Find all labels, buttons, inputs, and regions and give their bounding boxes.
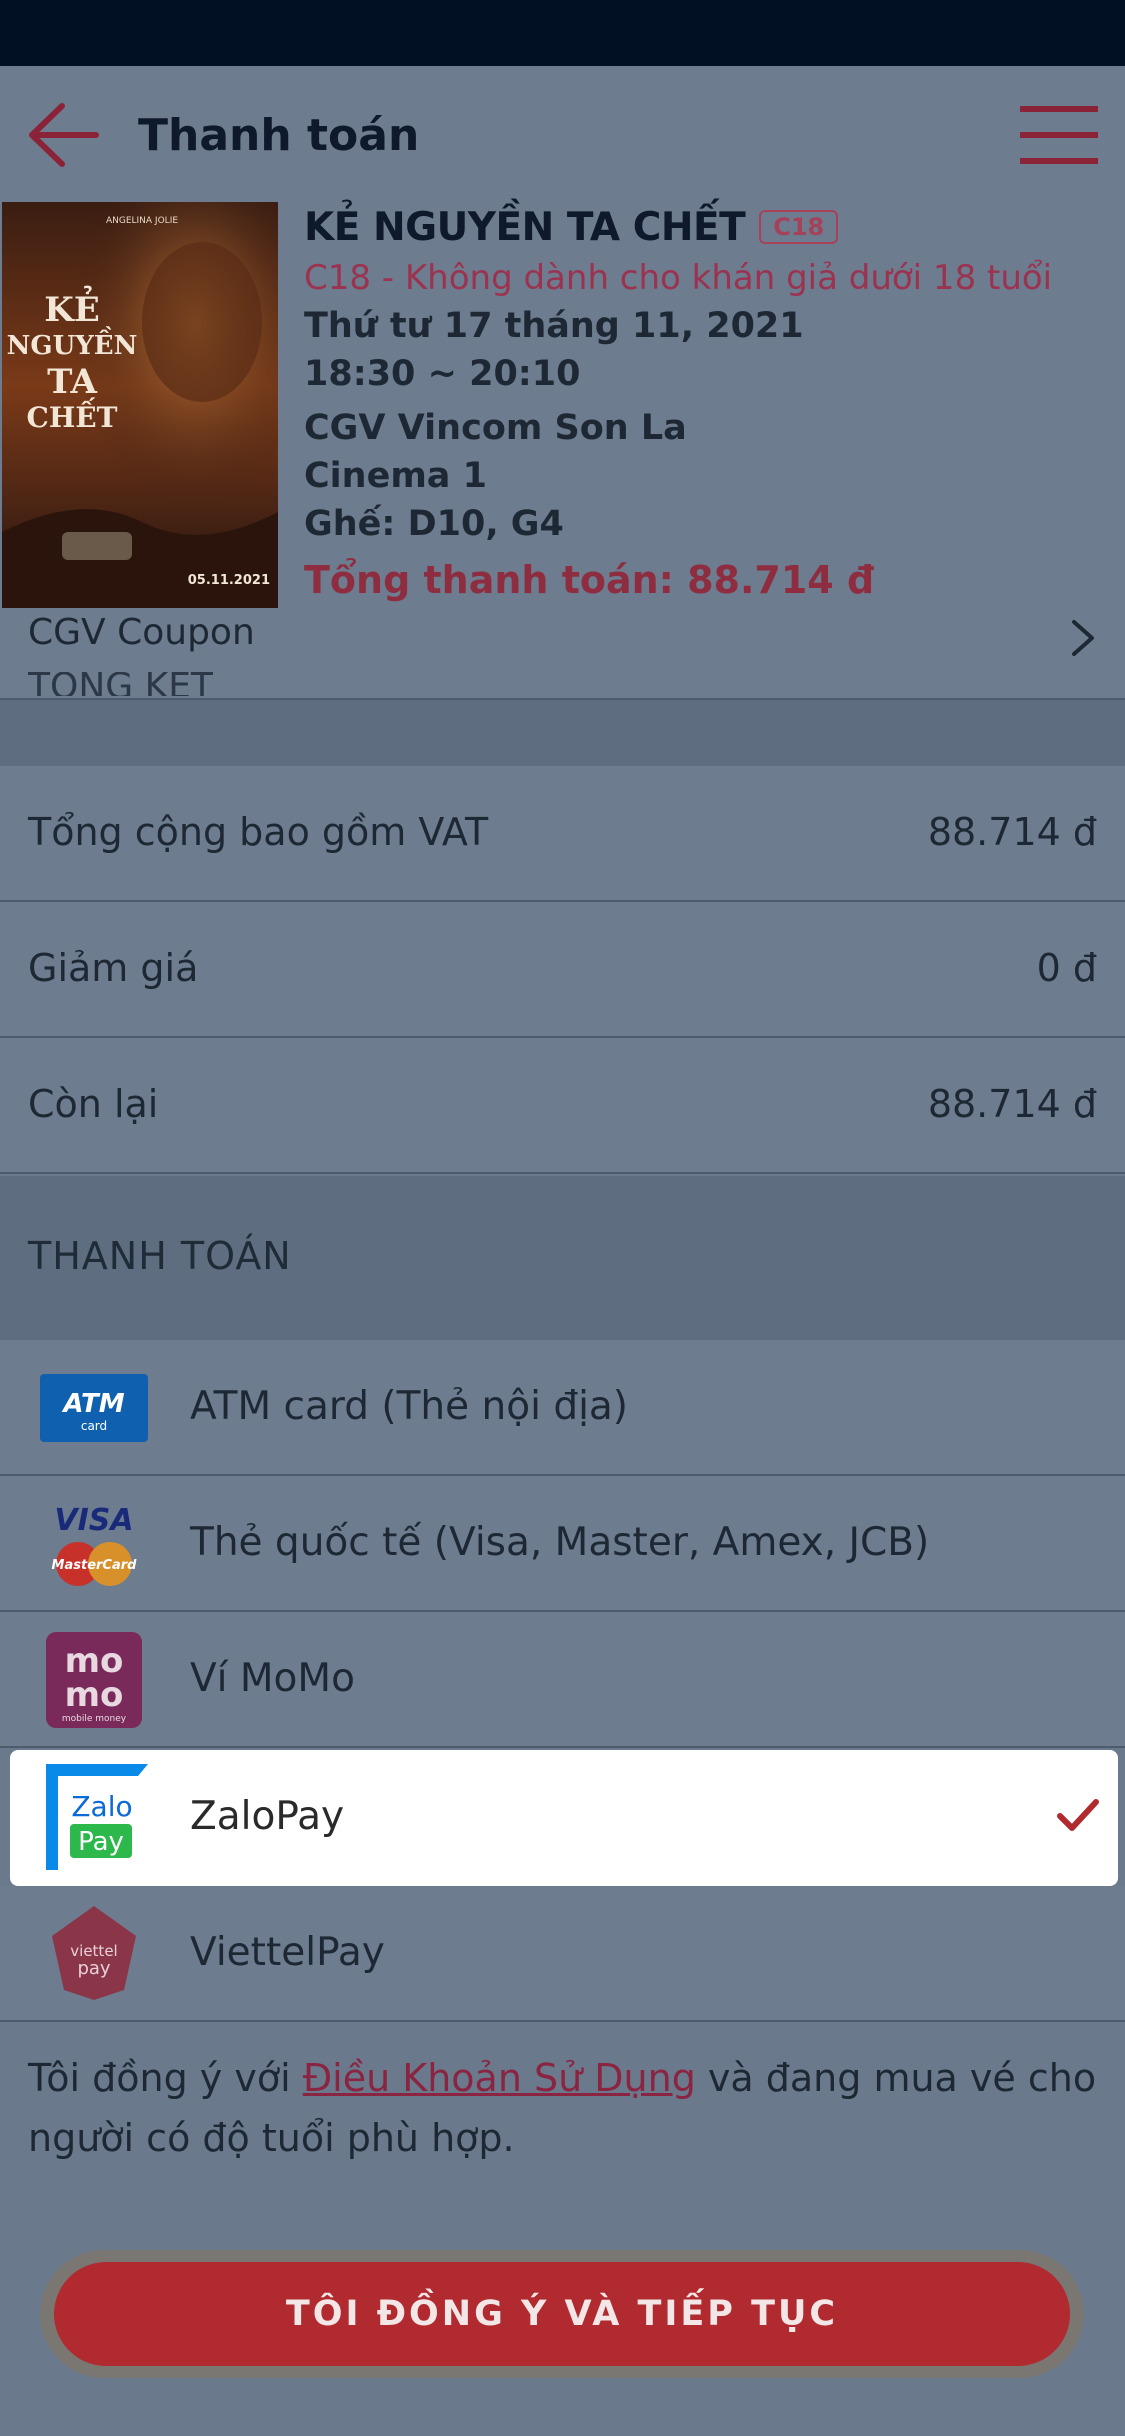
mastercard-logo-text: MasterCard [52, 1558, 138, 1573]
payment-method-label: ATM card (Thẻ nội địa) [190, 1384, 629, 1429]
payment-total: Tổng thanh toán: 88.714 đ [304, 558, 875, 602]
seat-list: Ghế: D10, G4 [304, 504, 564, 544]
payment-method-label: Thẻ quốc tế (Visa, Master, Amex, JCB) [190, 1520, 930, 1565]
section-divider [0, 700, 1125, 766]
poster-title-line: TA [47, 362, 97, 402]
momo-logo-subtext: mobile money [62, 1714, 127, 1724]
payment-method-label: ZaloPay [190, 1794, 345, 1839]
payment-method-international-card[interactable]: VISA MasterCard Thẻ quốc tế (Visa, Maste… [0, 1476, 1125, 1612]
age-rating-note: C18 - Không dành cho khán giả dưới 18 tu… [304, 258, 1053, 298]
payment-method-viettelpay[interactable]: viettel pay ViettelPay [0, 1886, 1125, 2022]
movie-summary-card: ANGELINA JOLIE KẺ NGUYỀN TA CHẾT 05.11.2… [0, 200, 1125, 620]
theater-name: CGV Vincom Son La [304, 408, 687, 448]
poster-title: KẺ NGUYỀN TA CHẾT [2, 292, 142, 436]
summary-value: 88.714 đ [927, 1082, 1097, 1126]
poster-title-line: NGUYỀN [6, 331, 138, 361]
payment-method-zalopay[interactable]: Zalo Pay ZaloPay [10, 1750, 1118, 1886]
momo-icon: mo mo mobile money [36, 1632, 152, 1728]
movie-title-row: KẺ NGUYỀN TA CHẾT C18 [304, 202, 839, 252]
summary-row-remaining: Còn lại 88.714 đ [0, 1038, 1125, 1174]
poster-title-line: KẺ [44, 290, 100, 330]
showtime-date: Thứ tư 17 tháng 11, 2021 [304, 306, 804, 346]
cinema-room: Cinema 1 [304, 456, 487, 496]
movie-title: KẺ NGUYỀN TA CHẾT [304, 204, 746, 250]
viettelpay-icon: viettel pay [36, 1906, 152, 2000]
payment-method-momo[interactable]: mo mo mobile money Ví MoMo [0, 1612, 1125, 1748]
summary-label: Còn lại [28, 1082, 159, 1126]
agree-and-continue-button[interactable]: TÔI ĐỒNG Ý VÀ TIẾP TỤC [54, 2262, 1070, 2366]
age-rating-badge: C18 [759, 210, 839, 244]
payment-header-label: THANH TOÁN [28, 1234, 292, 1278]
terms-consent-text: Tôi đồng ý với Điều Khoản Sử Dụng và đan… [28, 2048, 1098, 2168]
showtime-time: 18:30 ~ 20:10 [304, 354, 581, 394]
cgv-coupon-row[interactable]: CGV Coupon TỔNG KẾT [0, 608, 1125, 700]
poster-release-date: 05.11.2021 [187, 573, 270, 588]
poster-cast: ANGELINA JOLIE [105, 216, 179, 226]
summary-label: Giảm giá [28, 946, 199, 990]
back-arrow-icon[interactable] [26, 100, 102, 170]
app-bar: Thanh toán [0, 66, 1125, 206]
zalopay-icon: Zalo Pay [38, 1762, 154, 1872]
zalopay-logo-subtext: Pay [78, 1827, 124, 1857]
chevron-right-icon [1072, 620, 1094, 656]
summary-section-header: TỔNG KẾT [28, 672, 213, 696]
checkmark-icon [1057, 1799, 1099, 1831]
movie-poster: ANGELINA JOLIE KẺ NGUYỀN TA CHẾT 05.11.2… [2, 202, 278, 612]
summary-value: 88.714 đ [927, 810, 1097, 854]
payment-method-label: Ví MoMo [190, 1656, 355, 1701]
summary-label: Tổng cộng bao gồm VAT [28, 810, 489, 854]
payment-method-atm[interactable]: ATM card ATM card (Thẻ nội địa) [0, 1340, 1125, 1476]
terms-of-use-link[interactable]: Điều Khoản Sử Dụng [303, 2056, 696, 2100]
poster-title-line: CHẾT [26, 401, 118, 434]
atm-logo-subtext: card [81, 1419, 107, 1433]
coupon-label: CGV Coupon [28, 612, 255, 653]
hamburger-menu-icon[interactable] [1018, 102, 1100, 168]
viettelpay-logo-subtext: pay [77, 1958, 110, 1979]
summary-value: 0 đ [1036, 946, 1097, 990]
consent-text: Tôi đồng ý với [28, 2056, 303, 2100]
page-title: Thanh toán [138, 110, 420, 161]
momo-logo-text: mo [65, 1675, 124, 1715]
summary-row-total: Tổng cộng bao gồm VAT 88.714 đ [0, 766, 1125, 902]
visa-logo-text: VISA [54, 1503, 133, 1538]
atm-logo-text: ATM [61, 1389, 124, 1419]
payment-section-header: THANH TOÁN [0, 1176, 1125, 1340]
zalopay-logo-text: Zalo [71, 1790, 132, 1823]
atm-card-icon: ATM card [36, 1364, 152, 1452]
payment-method-label: ViettelPay [190, 1930, 385, 1975]
visa-mastercard-icon: VISA MasterCard [36, 1500, 152, 1588]
summary-row-discount: Giảm giá 0 đ [0, 902, 1125, 1038]
status-bar [0, 0, 1125, 66]
